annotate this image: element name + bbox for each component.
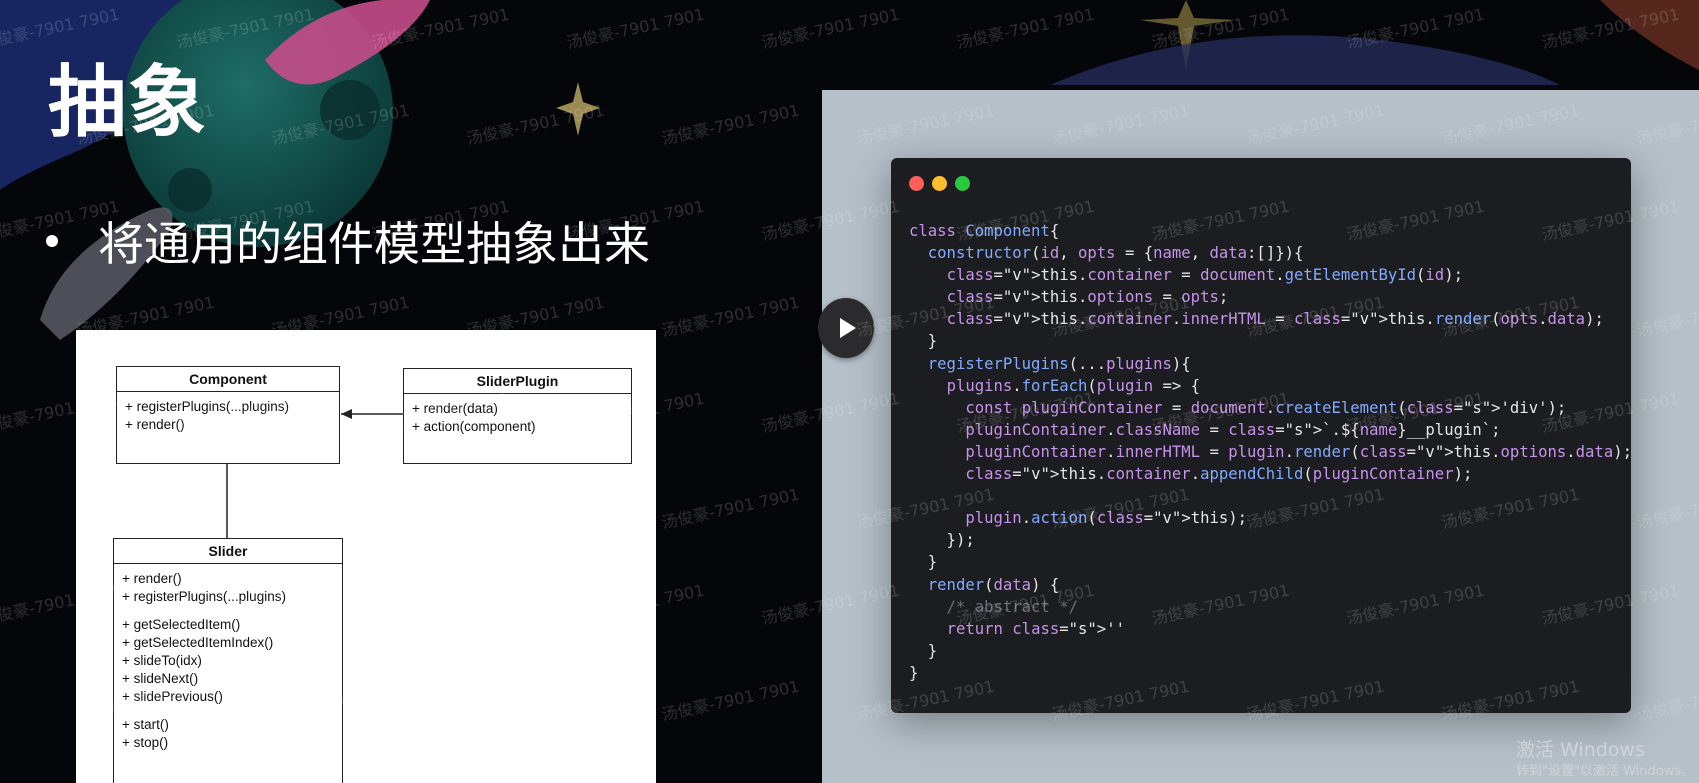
code-line: const pluginContainer = document.createE… — [965, 398, 1567, 417]
uml-class-name: Slider — [114, 539, 342, 564]
uml-method: + render() — [122, 571, 182, 586]
uml-diagram: Component + registerPlugins(...plugins) … — [76, 330, 656, 783]
code-line: pluginContainer.className = class="s">`.… — [965, 420, 1501, 439]
code-line: } — [909, 641, 938, 660]
association-arrow-icon — [341, 409, 352, 419]
uml-method: + slidePrevious() — [122, 689, 223, 704]
bullet-item: 将通用的组件模型抽象出来 — [46, 208, 650, 274]
code-line: return class="s">'' — [946, 619, 1125, 638]
slide-title: 抽象 — [48, 58, 209, 148]
play-button[interactable] — [818, 298, 874, 358]
play-icon — [840, 318, 856, 338]
uml-class-name: SliderPlugin — [404, 369, 631, 394]
code-line: } — [909, 663, 919, 682]
code-line: render(data) { — [927, 575, 1060, 594]
code-line: pluginContainer.innerHTML = plugin.rende… — [965, 442, 1632, 461]
code-window: class Component{ constructor(id, opts = … — [891, 158, 1632, 713]
uml-method: + render(data) — [412, 401, 498, 416]
code-line: class="v">this.container.appendChild(plu… — [965, 465, 1473, 484]
windows-activation-hint: 转到"设置"以激活 Windows。 — [1516, 764, 1695, 779]
code-line: } — [909, 332, 938, 351]
uml-method: + getSelectedItem() — [122, 617, 241, 632]
code-line: class Component{ — [909, 222, 1060, 240]
uml-method: + registerPlugins(...plugins) — [125, 399, 289, 414]
bullet-dot — [46, 235, 58, 247]
code-line: class="v">this.options = opts; — [946, 288, 1229, 307]
uml-class-slider: Slider + render() + registerPlugins(...p… — [113, 538, 343, 783]
code-line: /* abstract */ — [909, 597, 1078, 616]
code-line: registerPlugins(...plugins){ — [927, 354, 1191, 373]
uml-method: + action(component) — [412, 419, 536, 434]
uml-class-component: Component + registerPlugins(...plugins) … — [116, 366, 340, 464]
uml-class-slider-plugin: SliderPlugin + render(data) + action(com… — [403, 368, 632, 464]
minimize-dot-icon — [932, 176, 947, 191]
uml-method: + getSelectedItemIndex() — [122, 635, 274, 650]
code-line: } — [909, 553, 938, 572]
uml-class-name: Component — [117, 367, 339, 392]
uml-method: + render() — [125, 417, 185, 432]
uml-method: + stop() — [122, 735, 169, 750]
code-line: plugins.forEach(plugin => { — [946, 376, 1201, 395]
code-line: }); — [909, 531, 975, 550]
code-line: constructor(id, opts = {name, data:[]}){ — [927, 244, 1304, 263]
uml-method: + registerPlugins(...plugins) — [122, 589, 286, 604]
bullet-text: 将通用的组件模型抽象出来 — [98, 217, 650, 271]
close-dot-icon — [909, 176, 924, 191]
code-line: class="v">this.container.innerHTML = cla… — [946, 310, 1604, 329]
windows-activation-title: 激活 Windows — [1516, 739, 1645, 761]
code-line: plugin.action(class="v">this); — [965, 509, 1248, 528]
zoom-dot-icon — [955, 176, 970, 191]
uml-method: + start() — [122, 717, 169, 732]
uml-method: + slideTo(idx) — [122, 653, 202, 668]
code-block: class Component{ constructor(id, opts = … — [909, 220, 1632, 684]
uml-method: + slideNext() — [122, 671, 199, 686]
code-line: class="v">this.container = document.getE… — [946, 266, 1463, 285]
window-controls — [909, 176, 970, 191]
